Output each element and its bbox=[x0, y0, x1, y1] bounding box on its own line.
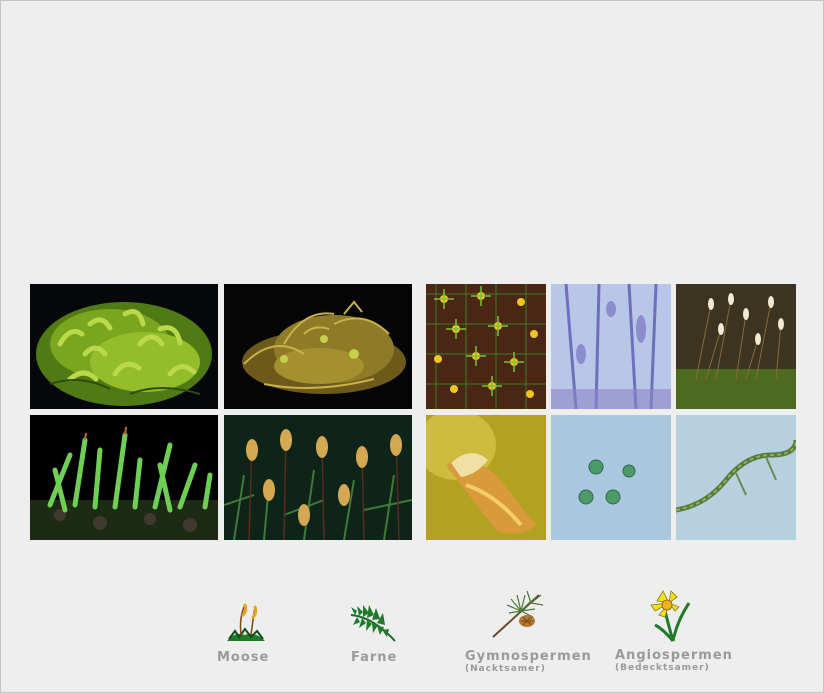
moss-spores-micrograph-photo bbox=[551, 415, 671, 540]
thumbnail-moss-protonema-micrograph[interactable] bbox=[676, 415, 796, 540]
fern-frond-icon bbox=[350, 605, 396, 642]
daffodil-flower-icon bbox=[650, 590, 691, 642]
nav-moose[interactable]: Moose bbox=[217, 593, 287, 665]
nav-gymnospermen[interactable]: Gymnospermen (Nacktsamer) bbox=[465, 587, 593, 679]
nav-farne-label: Farne bbox=[351, 650, 398, 665]
thumbnail-moss-star-rosettes[interactable] bbox=[426, 284, 546, 409]
thumbnail-moss-cushion[interactable] bbox=[30, 284, 218, 409]
nav-gymnospermen-sub: (Nacktsamer) bbox=[465, 664, 546, 674]
moss-capsules-photo bbox=[224, 415, 412, 540]
nav-moose-label: Moose bbox=[217, 650, 270, 665]
nav-angiospermen-label: Angiospermen bbox=[615, 648, 733, 663]
moss-star-rosettes-photo bbox=[426, 284, 546, 409]
moss-cell-micrograph-photo bbox=[551, 284, 671, 409]
thumbnail-moss-green-shoots[interactable] bbox=[30, 415, 218, 540]
nav-angiospermen-sub: (Bedecktsamer) bbox=[615, 663, 710, 673]
thumbnail-moss-capsule-closeup[interactable] bbox=[426, 415, 546, 540]
thumbnail-moss-cell-micrograph[interactable] bbox=[551, 284, 671, 409]
moss-capsule-closeup-photo bbox=[426, 415, 546, 540]
thumbnail-moss-capsules[interactable] bbox=[224, 415, 412, 540]
moss-cushion-photo bbox=[30, 284, 218, 409]
thumbnail-moss-dry-clump[interactable] bbox=[224, 284, 412, 409]
moss-green-shoots-photo bbox=[30, 415, 218, 540]
moss-plant-icon bbox=[227, 603, 265, 641]
moss-dry-clump-photo bbox=[224, 284, 412, 409]
nav-farne[interactable]: Farne bbox=[347, 593, 417, 665]
page-frame: Moose Farne Gymnospermen (Nacktsamer) An… bbox=[0, 0, 824, 693]
nav-gymnospermen-label: Gymnospermen bbox=[465, 649, 592, 664]
thumbnail-moss-spores-micrograph[interactable] bbox=[551, 415, 671, 540]
thumbnail-moss-sporophytes[interactable] bbox=[676, 284, 796, 409]
pine-branch-icon bbox=[492, 590, 544, 638]
moss-protonema-micrograph-photo bbox=[676, 415, 796, 540]
nav-angiospermen[interactable]: Angiospermen (Bedecktsamer) bbox=[615, 587, 743, 679]
moss-sporophytes-photo bbox=[676, 284, 796, 409]
